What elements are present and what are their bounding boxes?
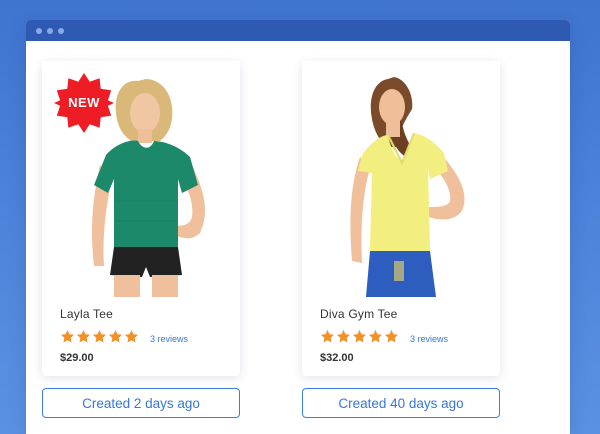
rating-stars xyxy=(320,328,400,344)
window-titlebar xyxy=(26,20,570,41)
star-icon xyxy=(336,329,351,342)
window-dot-icon[interactable] xyxy=(58,28,64,34)
star-icon xyxy=(352,329,367,342)
product-card[interactable]: NEW Layla Tee 3 reviews $29.00 xyxy=(42,61,240,376)
created-date-button[interactable]: Created 40 days ago xyxy=(302,388,500,418)
reviews-link[interactable]: 3 reviews xyxy=(410,334,448,344)
star-icon xyxy=(320,329,335,342)
new-badge-label: NEW xyxy=(68,95,100,110)
star-icon xyxy=(60,329,75,342)
product-image-diva xyxy=(302,61,500,297)
product-photo[interactable]: NEW xyxy=(42,61,240,297)
star-icon xyxy=(368,329,383,342)
product-price: $32.00 xyxy=(320,352,354,364)
star-icon xyxy=(124,329,139,342)
product-name[interactable]: Diva Gym Tee xyxy=(320,307,398,321)
product-price: $29.00 xyxy=(60,352,94,364)
window-dot-icon[interactable] xyxy=(47,28,53,34)
reviews-link[interactable]: 3 reviews xyxy=(150,334,188,344)
window-dot-icon[interactable] xyxy=(36,28,42,34)
product-photo[interactable] xyxy=(302,61,500,297)
created-date-button[interactable]: Created 2 days ago xyxy=(42,388,240,418)
star-icon xyxy=(92,329,107,342)
star-icon xyxy=(76,329,91,342)
star-icon xyxy=(384,329,399,342)
rating-stars xyxy=(60,328,140,344)
star-icon xyxy=(108,329,123,342)
product-name[interactable]: Layla Tee xyxy=(60,307,113,321)
product-card[interactable]: Diva Gym Tee 3 reviews $32.00 xyxy=(302,61,500,376)
